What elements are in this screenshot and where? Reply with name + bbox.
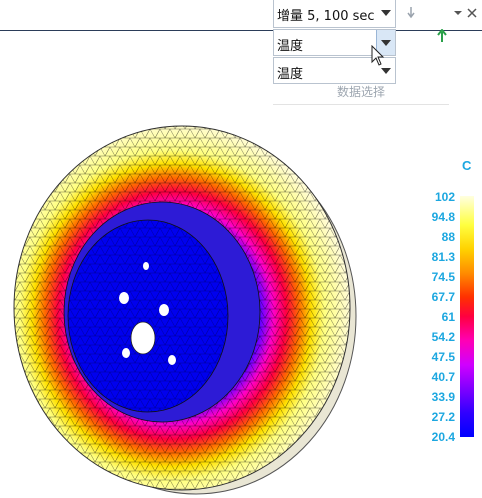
legend-label: 74.5 [431, 270, 455, 284]
section-label: 数据选择 [337, 85, 386, 99]
legend-label: 102 [434, 190, 455, 204]
result-select-value: 温度 [277, 39, 304, 54]
legend-label: 47.5 [431, 350, 455, 364]
bolt-hole [119, 292, 129, 304]
bolt-hole [168, 355, 176, 365]
model-viewport[interactable] [0, 120, 380, 498]
legend-label: 33.9 [431, 390, 455, 404]
legend-label: 27.2 [431, 410, 455, 424]
legend-labels: 102 94.8 88 81.3 74.5 67.7 61 54.2 47.5 40.7 33.9 2… [395, 190, 455, 444]
bolt-hole [143, 262, 149, 270]
header-divider [0, 30, 482, 31]
close-icon[interactable] [465, 6, 479, 20]
up-arrow-icon[interactable] [435, 28, 449, 44]
legend-label: 88 [441, 230, 455, 244]
legend-label: 81.3 [431, 250, 455, 264]
legend-color-bar [460, 196, 474, 437]
bolt-hole [159, 304, 169, 316]
legend-label: 20.4 [431, 430, 455, 444]
legend-label: 54.2 [431, 330, 455, 344]
mouse-cursor-icon [371, 45, 385, 66]
component-select-value: 温度 [277, 67, 304, 82]
increment-select[interactable]: 增量 5, 100 sec [273, 0, 396, 28]
pin-icon[interactable] [404, 4, 418, 22]
bolt-hole [122, 348, 130, 358]
legend-label: 67.7 [431, 290, 455, 304]
legend-unit: C [462, 158, 472, 173]
increment-select-value: 增量 5, 100 sec [277, 9, 375, 24]
legend-label: 40.7 [431, 370, 455, 384]
chevron-down-icon[interactable] [377, 0, 395, 25]
legend-label: 94.8 [431, 210, 455, 224]
legend-label: 61 [441, 310, 455, 324]
dropdown-menu-icon[interactable] [452, 6, 464, 20]
center-bore [130, 321, 156, 355]
panel-divider [273, 104, 449, 105]
hub-mesh [68, 220, 228, 412]
